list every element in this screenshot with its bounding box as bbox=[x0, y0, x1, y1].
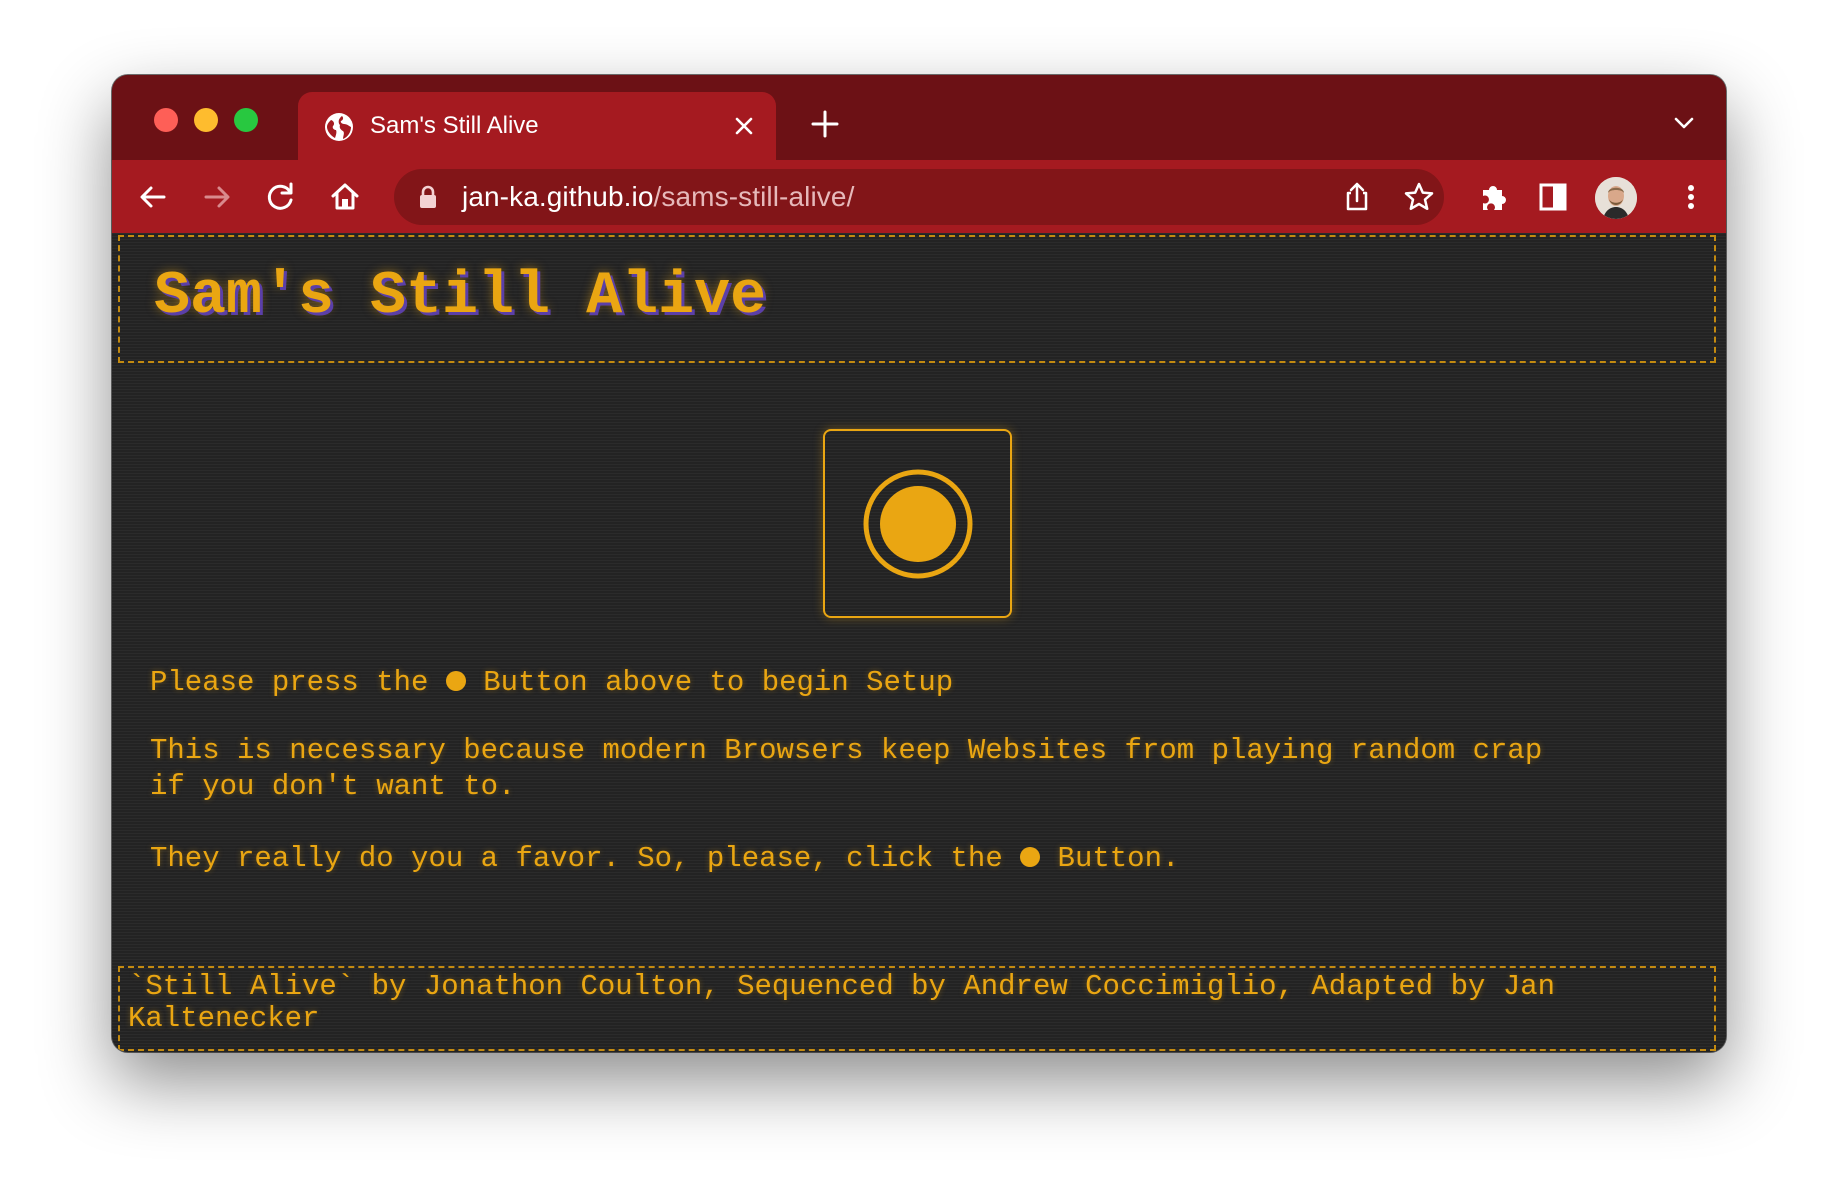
globe-icon bbox=[325, 113, 353, 141]
page-content: Sam's Still Alive Please press the Butto… bbox=[112, 233, 1726, 1052]
browser-window: Sam's Still Alive jan-ka.github.io/sams-… bbox=[112, 75, 1726, 1052]
page-title: Sam's Still Alive bbox=[154, 263, 767, 331]
tab-title: Sam's Still Alive bbox=[370, 112, 539, 139]
site-header: Sam's Still Alive bbox=[118, 235, 1716, 363]
power-button-icon bbox=[863, 469, 973, 579]
new-tab-icon[interactable] bbox=[810, 109, 840, 139]
side-panel-icon[interactable] bbox=[1536, 180, 1570, 214]
explanation-line-2: if you don't want to. bbox=[150, 770, 516, 803]
close-window-button[interactable] bbox=[154, 108, 178, 132]
tab-sams-still-alive[interactable]: Sam's Still Alive bbox=[298, 92, 776, 160]
close-tab-icon[interactable] bbox=[732, 114, 756, 138]
credits-line-1: `Still Alive` by Jonathon Coulton, Seque… bbox=[128, 970, 1556, 1003]
profile-face-icon bbox=[1595, 177, 1637, 219]
forward-arrow-icon[interactable] bbox=[200, 180, 234, 214]
favor-message: They really do you a favor. So, please, … bbox=[150, 841, 1179, 877]
share-icon[interactable] bbox=[1340, 180, 1374, 214]
explanation-line-1: This is necessary because modern Browser… bbox=[150, 734, 1543, 767]
credits-text: `Still Alive` by Jonathon Coulton, Seque… bbox=[128, 971, 1718, 1035]
reload-icon[interactable] bbox=[264, 180, 298, 214]
home-icon[interactable] bbox=[328, 180, 362, 214]
lock-icon[interactable] bbox=[418, 185, 438, 209]
url-text[interactable]: jan-ka.github.io/sams-still-alive/ bbox=[462, 182, 854, 212]
favor-text-after: Button. bbox=[1040, 842, 1180, 875]
address-bar[interactable]: jan-ka.github.io/sams-still-alive/ bbox=[394, 169, 1444, 225]
favor-text-before: They really do you a favor. So, please, … bbox=[150, 842, 1021, 875]
zoom-window-button[interactable] bbox=[234, 108, 258, 132]
credits-line-2: Kaltenecker bbox=[128, 1002, 320, 1035]
extensions-puzzle-icon[interactable] bbox=[1476, 180, 1510, 214]
instruction-text-before: Please press the bbox=[150, 666, 446, 699]
setup-instruction: Please press the Button above to begin S… bbox=[150, 665, 953, 701]
url-domain: jan-ka.github.io bbox=[462, 181, 654, 212]
bookmark-star-icon[interactable] bbox=[1402, 180, 1436, 214]
chevron-down-icon[interactable] bbox=[1672, 113, 1696, 133]
power-button[interactable] bbox=[823, 429, 1012, 618]
profile-avatar[interactable] bbox=[1595, 177, 1637, 219]
instruction-text-after: Button above to begin Setup bbox=[465, 666, 954, 699]
power-dot-icon bbox=[1020, 847, 1041, 867]
back-arrow-icon[interactable] bbox=[136, 180, 170, 214]
browser-explanation: This is necessary because modern Browser… bbox=[150, 733, 1542, 805]
power-dot-icon bbox=[445, 671, 466, 691]
url-path: /sams-still-alive/ bbox=[653, 181, 855, 212]
site-footer: `Still Alive` by Jonathon Coulton, Seque… bbox=[118, 966, 1716, 1051]
more-menu-icon[interactable] bbox=[1674, 180, 1708, 214]
minimize-window-button[interactable] bbox=[194, 108, 218, 132]
title-bar: Sam's Still Alive bbox=[112, 75, 1726, 160]
browser-toolbar: jan-ka.github.io/sams-still-alive/ bbox=[112, 160, 1726, 233]
